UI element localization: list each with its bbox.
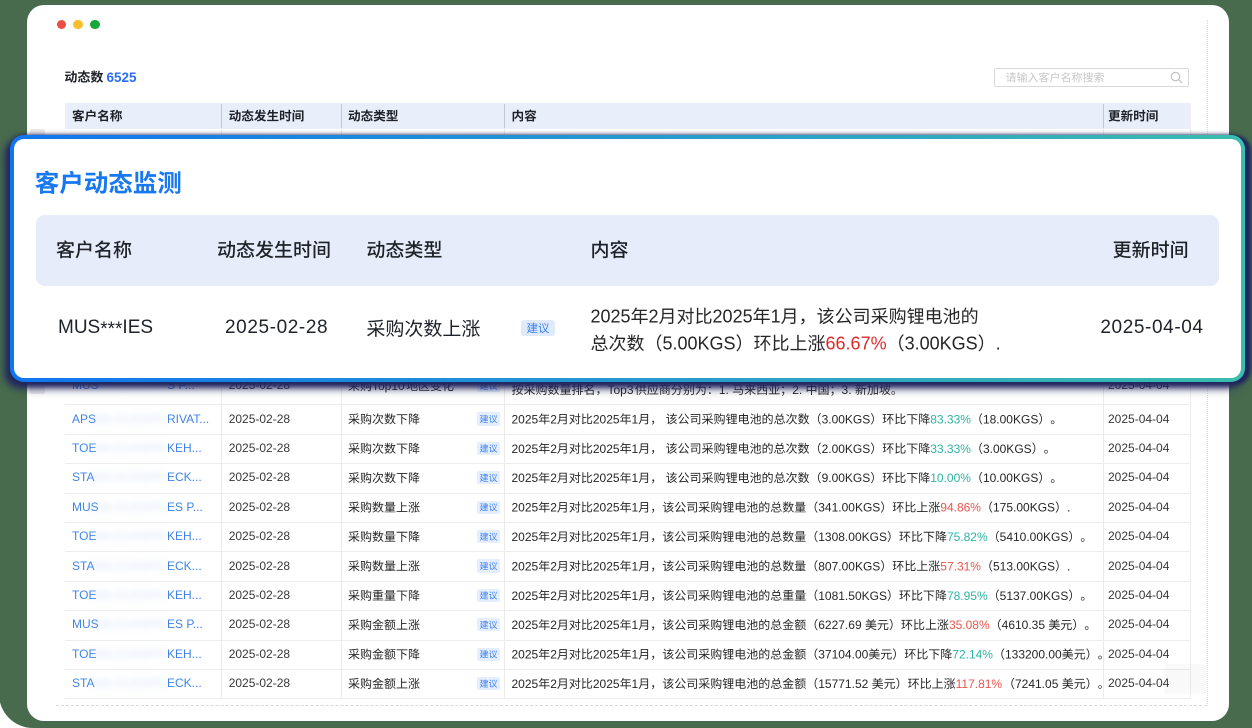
svg-text:2025: 2025 [591,307,631,327]
svg-text:.: . [996,334,1001,354]
svg-text:1: 1 [771,307,781,327]
svg-text:3.00KGS: 3.00KGS [905,334,978,354]
svg-text:5.00KGS: 5.00KGS [663,334,736,354]
svg-text:2: 2 [649,307,659,327]
svg-text:66.67%: 66.67% [826,334,887,354]
svg-text:2025: 2025 [713,307,753,327]
